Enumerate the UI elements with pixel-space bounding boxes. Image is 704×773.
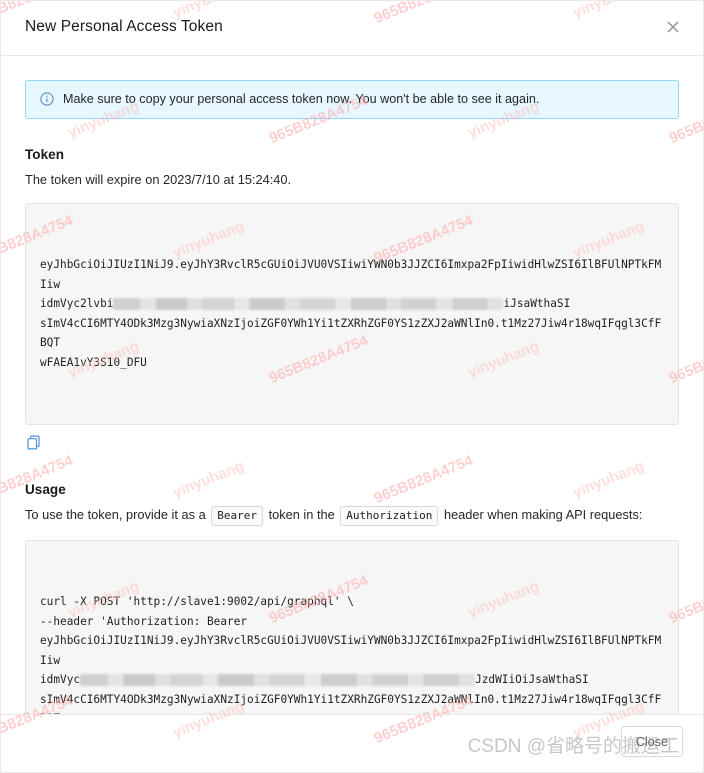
modal-footer: Close [1, 714, 703, 772]
curl-line: --header 'Authorization: Bearer [40, 614, 248, 628]
usage-section-heading: Usage [25, 482, 66, 497]
close-button[interactable]: Close [620, 726, 683, 757]
copy-token-warning-alert: Make sure to copy your personal access t… [25, 80, 679, 119]
token-code-block: eyJhbGciOiJIUzI1NiJ9.eyJhY3RvclR5cGUiOiJ… [25, 203, 679, 425]
usage-intro-suffix: header when making API requests: [443, 507, 643, 522]
inline-code-bearer: Bearer [211, 506, 263, 526]
token-line: sImV4cCI6MTY4ODk3Mzg3NywiaXNzIjoiZGF0YWh… [40, 316, 662, 350]
modal-body: Make sure to copy your personal access t… [1, 80, 703, 772]
info-circle-icon [40, 92, 54, 106]
token-expiry-text: The token will expire on 2023/7/10 at 15… [25, 172, 292, 187]
token-line: wFAEA1vY3S10_DFU [40, 355, 147, 369]
inline-code-authorization: Authorization [340, 506, 439, 526]
curl-line-redacted: idmVyc JzdWIiOiJsaWthaSI [40, 670, 664, 690]
redacted-token-segment [113, 298, 504, 310]
new-personal-access-token-modal: New Personal Access Token Make sure to c… [0, 0, 704, 773]
curl-line-suffix: JzdWIiOiJsaWthaSI [475, 673, 589, 686]
usage-intro-text: To use the token, provide it as a Bearer… [25, 506, 679, 526]
close-icon[interactable] [661, 15, 685, 39]
copy-token-button[interactable] [25, 434, 45, 454]
token-section-heading: Token [25, 147, 65, 162]
redacted-token-segment [80, 674, 476, 686]
token-line: eyJhbGciOiJIUzI1NiJ9.eyJhY3RvclR5cGUiOiJ… [40, 258, 662, 291]
token-line-suffix: iJsaWthaSI [503, 297, 571, 310]
usage-intro-middle: token in the [268, 507, 335, 522]
usage-intro-prefix: To use the token, provide it as a [25, 507, 206, 522]
page-title: New Personal Access Token [25, 18, 223, 35]
curl-line: curl -X POST 'http://slave1:9002/api/gra… [40, 595, 354, 608]
alert-message: Make sure to copy your personal access t… [63, 92, 540, 106]
modal-header: New Personal Access Token [1, 1, 703, 56]
curl-line-prefix: idmVyc [40, 673, 81, 686]
token-line-prefix: idmVyc2lvbi [40, 297, 114, 310]
curl-line: eyJhbGciOiJIUzI1NiJ9.eyJhY3RvclR5cGUiOiJ… [40, 634, 662, 667]
token-line-redacted: idmVyc2lvbi iJsaWthaSI [40, 294, 664, 314]
